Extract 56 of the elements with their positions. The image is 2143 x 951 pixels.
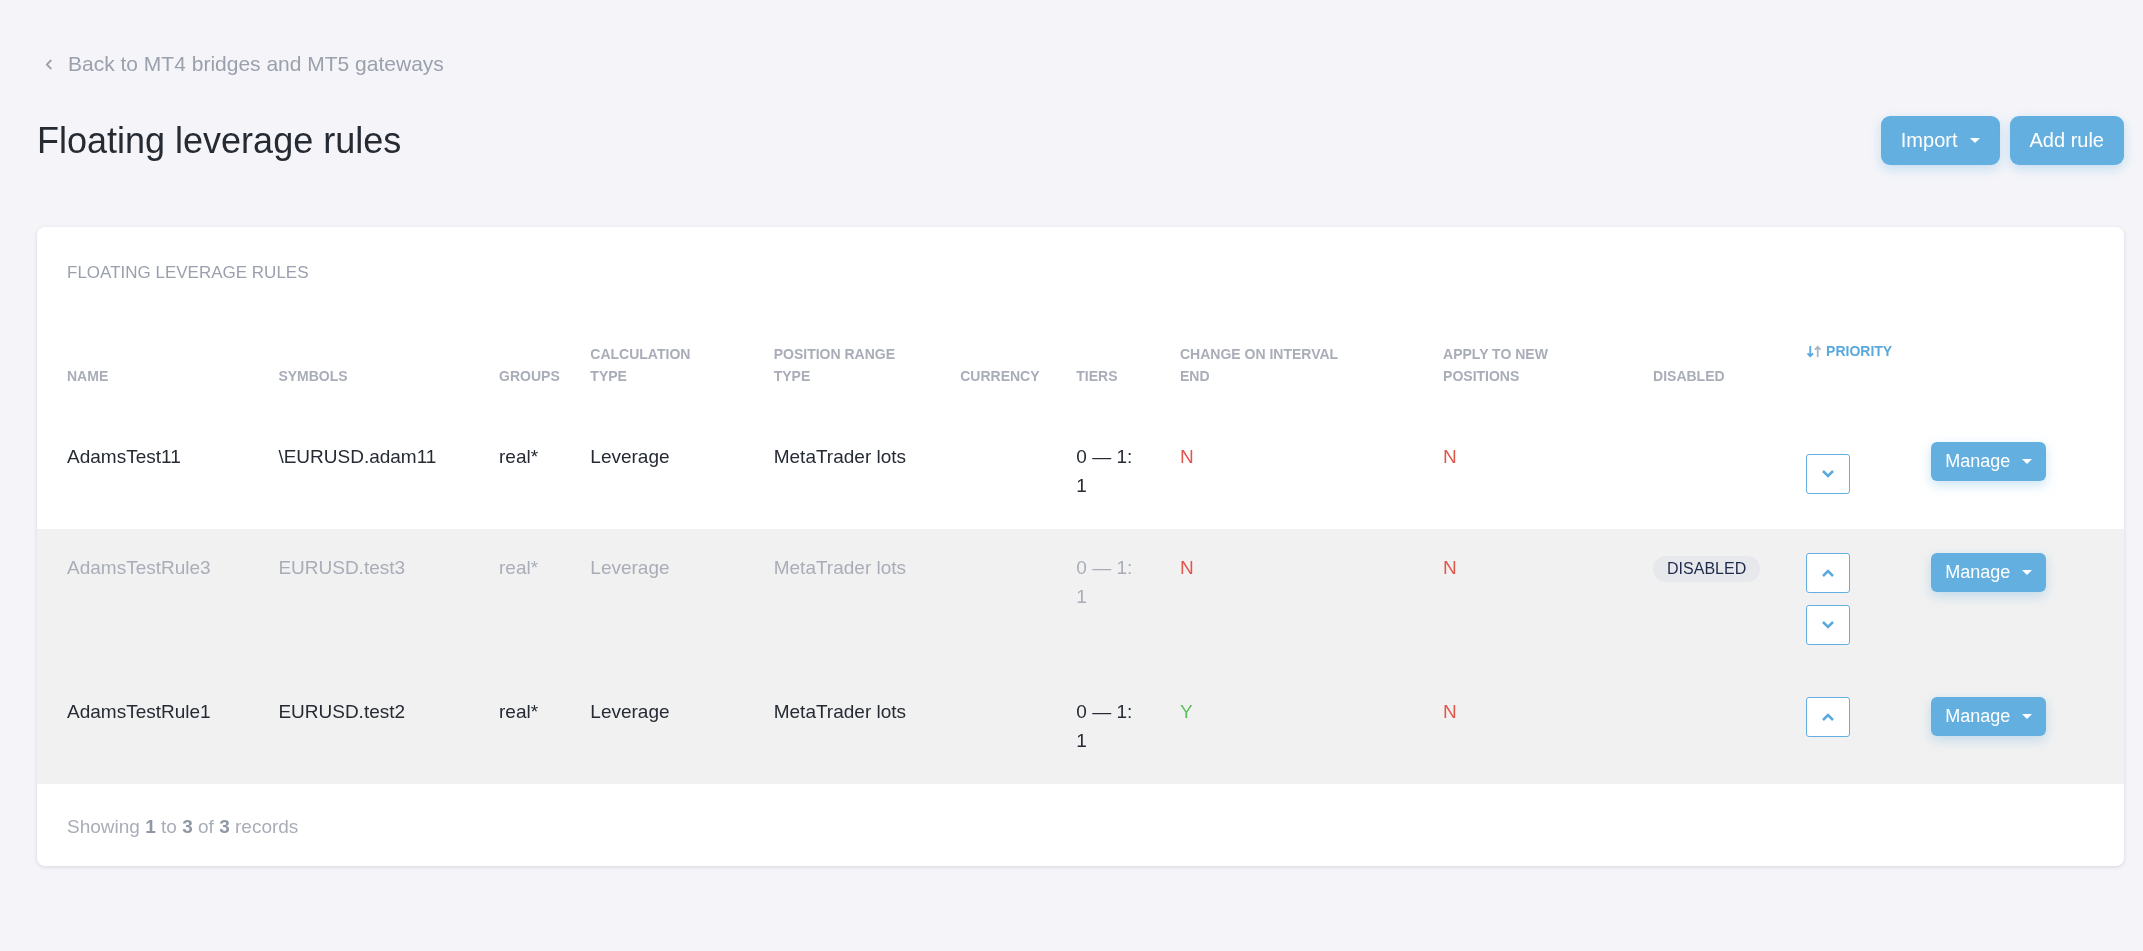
column-header: TIERS: [1076, 367, 1118, 387]
table-cell: AdamsTestRule1: [67, 700, 211, 722]
sort-arrows-icon: [1806, 344, 1823, 358]
caret-icon: [2022, 458, 2033, 464]
table-cell: MetaTrader lots: [773, 700, 907, 722]
records-summary: Showing 1 to 3 of 3 records: [66, 814, 300, 838]
column-header: SYMBOLS: [278, 367, 348, 387]
disabled-badge: DISABLED: [1653, 555, 1761, 582]
table-cell: EURUSD.test3: [278, 556, 406, 578]
move-down-button[interactable]: [1806, 453, 1851, 494]
add-rule-button[interactable]: Add rule: [2009, 116, 2124, 165]
table-cell: AdamsTest11: [67, 445, 181, 467]
tiers-cell-text: 0 — 1: 1: [1076, 699, 1134, 754]
back-link[interactable]: Back to MT4 bridges and MT5 gateways: [45, 52, 444, 76]
priority-sort-header[interactable]: PRIORITY: [1806, 343, 1893, 359]
chevron-up-icon: [1822, 712, 1835, 721]
table-cell: EURUSD.test2: [278, 700, 406, 722]
table-cell: Leverage: [590, 700, 670, 722]
column-header: GROUPS: [499, 367, 560, 387]
chevron-down-icon: [1822, 620, 1835, 629]
table-cell: MetaTrader lots: [773, 445, 907, 467]
flag-cell: Y: [1179, 700, 1193, 722]
manage-button[interactable]: Manage: [1931, 696, 2047, 736]
table-cell: real*: [499, 556, 539, 578]
table-cell: Leverage: [590, 556, 670, 578]
tiers-cell-text: 0 — 1: 1: [1076, 444, 1134, 499]
flag-cell: N: [1443, 700, 1457, 722]
table-cell: AdamsTestRule3: [67, 556, 211, 578]
column-header: CHANGE ON INTERVAL END: [1179, 345, 1339, 387]
column-header: POSITION RANGE TYPE: [773, 345, 897, 387]
flag-cell: N: [1179, 445, 1194, 467]
chevron-left-icon: [45, 57, 54, 71]
card-title: FLOATING LEVERAGE RULES: [66, 262, 310, 283]
move-up-button[interactable]: [1806, 696, 1851, 737]
column-header: CURRENCY: [960, 367, 1040, 387]
table-cell: real*: [499, 700, 539, 722]
column-header: APPLY TO NEW POSITIONS: [1443, 345, 1549, 387]
chevron-up-icon: [1822, 568, 1835, 577]
flag-cell: N: [1443, 445, 1457, 467]
flag-cell: N: [1443, 556, 1457, 578]
tiers-cell-text: 0 — 1: 1: [1076, 555, 1134, 610]
column-header: NAME: [67, 367, 109, 387]
manage-button[interactable]: Manage: [1931, 441, 2047, 481]
column-header: CALCULATION TYPE: [590, 345, 692, 387]
caret-icon: [2022, 569, 2033, 575]
import-button[interactable]: Import: [1880, 116, 2000, 165]
flag-cell: N: [1179, 556, 1194, 578]
table-cell: real*: [499, 445, 539, 467]
chevron-down-icon: [1822, 469, 1835, 478]
caret-icon: [1969, 138, 1980, 143]
caret-icon: [2022, 713, 2033, 719]
page-title: Floating leverage rules: [37, 119, 402, 162]
table-cell: \EURUSD.adam11: [278, 445, 437, 467]
table-cell: Leverage: [590, 445, 670, 467]
column-header: DISABLED: [1653, 367, 1725, 387]
table-cell: MetaTrader lots: [773, 556, 907, 578]
